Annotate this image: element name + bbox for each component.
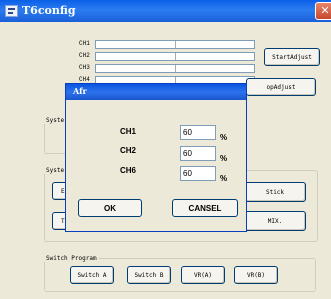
switch-b-button[interactable]: Switch B — [127, 266, 171, 284]
dialog-row-label: CH2 — [120, 146, 137, 155]
channel-bar-ch3 — [95, 64, 255, 73]
stop-adjust-button[interactable]: opAdjust — [246, 78, 316, 96]
dialog-title-bar: Afr — [66, 84, 246, 100]
channel-bar-ch2 — [95, 52, 255, 61]
cansel-button[interactable]: CANSEL — [172, 199, 238, 217]
title-bar: T6config ✕ — [0, 0, 331, 22]
group-label: Switch Program — [44, 255, 99, 262]
percent-unit: % — [220, 133, 228, 142]
stick-button[interactable]: Stick — [244, 182, 306, 202]
channel-label: CH4 — [79, 76, 90, 83]
app-icon — [5, 5, 18, 17]
dialog-title: Afr — [73, 86, 87, 96]
window-title: T6config — [22, 4, 76, 17]
vr-a-button[interactable]: VR(A) — [181, 266, 225, 284]
ch6-value-input[interactable]: 60 — [180, 166, 216, 181]
start-adjust-button[interactable]: StartAdjust — [264, 48, 320, 66]
channel-label: CH1 — [79, 40, 90, 47]
ch2-value-input[interactable]: 60 — [180, 146, 216, 161]
ok-button[interactable]: OK — [78, 199, 142, 217]
switch-a-button[interactable]: Switch A — [70, 266, 114, 284]
vr-b-button[interactable]: VR(B) — [234, 266, 278, 284]
channel-bar-ch1 — [95, 40, 255, 49]
close-button[interactable]: ✕ — [315, 2, 331, 20]
group-label: Syste — [44, 117, 67, 124]
channel-label: CH3 — [79, 64, 90, 71]
afr-dialog: Afr CH1 60 % CH2 60 % CH6 60 % OK CANSEL — [65, 83, 247, 232]
dialog-row-label: CH6 — [120, 166, 137, 175]
channel-label: CH2 — [79, 52, 90, 59]
mix-button[interactable]: MIX. — [244, 211, 306, 231]
ch1-value-input[interactable]: 60 — [180, 125, 216, 140]
percent-unit: % — [220, 174, 228, 183]
dialog-row-label: CH1 — [120, 127, 137, 136]
percent-unit: % — [220, 154, 228, 163]
